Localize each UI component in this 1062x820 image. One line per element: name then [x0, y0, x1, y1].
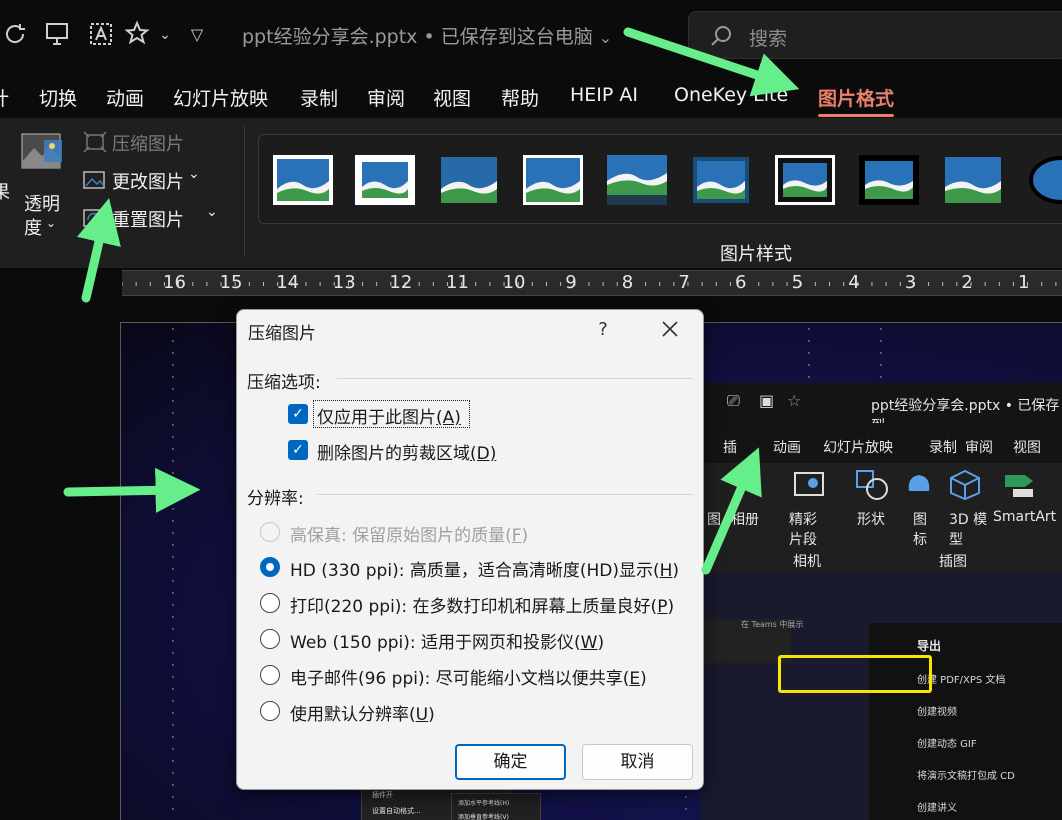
arrow-to-nested-compress-icon — [701, 447, 762, 575]
arrow-to-compress-pictures — [77, 198, 121, 303]
annotation-arrows — [63, 27, 800, 575]
arrow-to-resolution — [63, 467, 201, 513]
arrow-to-picture-format-tab — [623, 27, 800, 97]
